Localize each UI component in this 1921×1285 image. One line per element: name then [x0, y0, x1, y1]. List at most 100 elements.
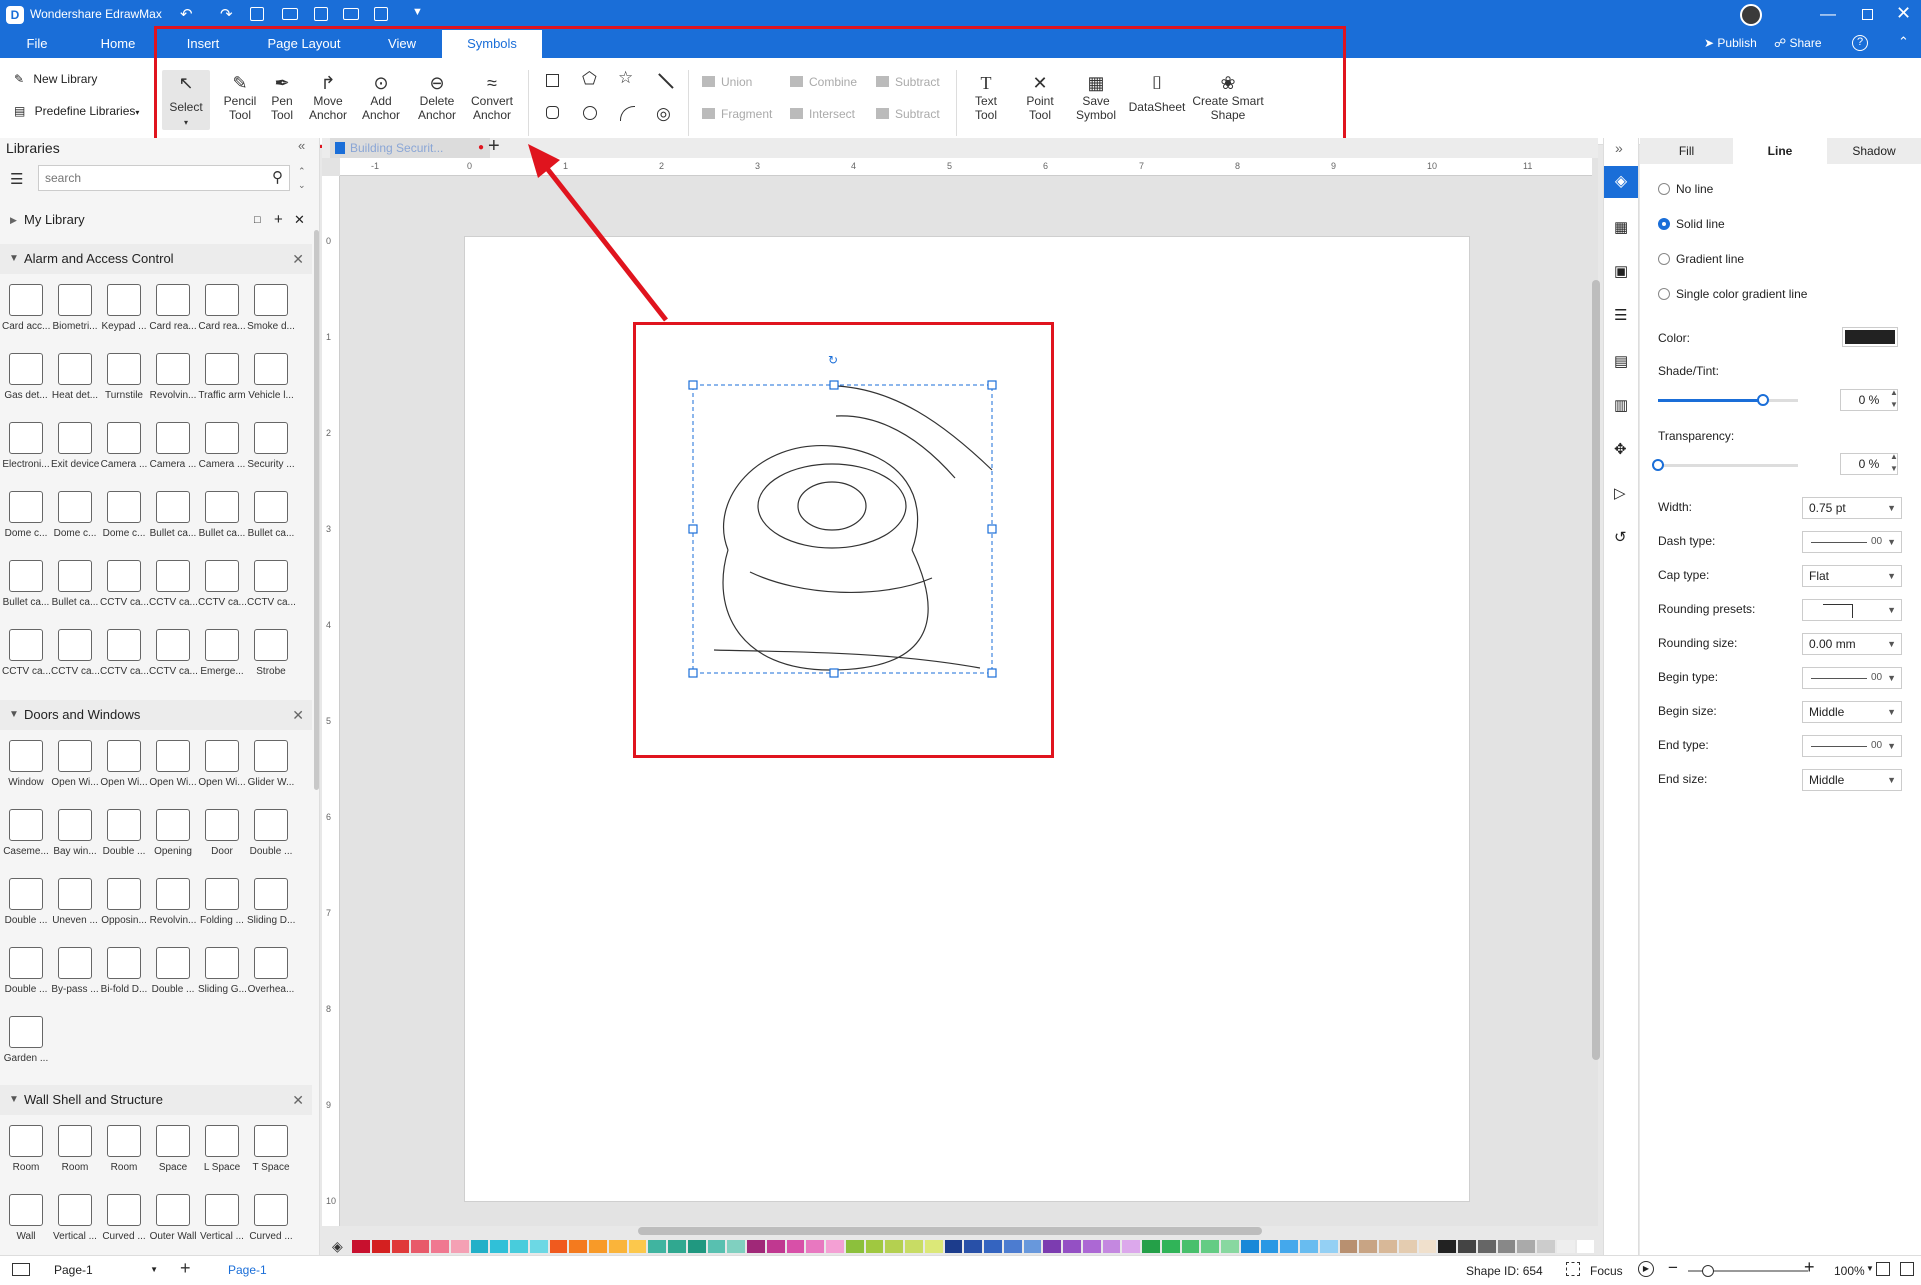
collapse-ribbon-icon[interactable]: ⌃: [1898, 34, 1909, 50]
palette-color-swatch[interactable]: [984, 1240, 1002, 1253]
color-swatch[interactable]: [1842, 327, 1898, 347]
palette-color-swatch[interactable]: [1537, 1240, 1555, 1253]
shapes-panel-icon[interactable]: ▦: [1614, 218, 1628, 236]
palette-color-swatch[interactable]: [450, 1240, 469, 1253]
palette-color-swatch[interactable]: [1023, 1240, 1042, 1253]
palette-color-swatch[interactable]: [549, 1240, 568, 1253]
library-symbol[interactable]: Turnstile: [100, 353, 148, 401]
canvas-horizontal-scrollbar[interactable]: [638, 1227, 1262, 1235]
shade-slider-knob[interactable]: [1757, 394, 1769, 406]
library-symbol[interactable]: Security ...: [247, 422, 295, 470]
palette-color-swatch[interactable]: [1280, 1240, 1299, 1253]
library-symbol[interactable]: Card rea...: [149, 284, 197, 332]
left-panel-scrollbar[interactable]: [314, 230, 319, 790]
library-symbol[interactable]: Garden ...: [2, 1016, 50, 1064]
focus-label[interactable]: Focus: [1590, 1264, 1623, 1278]
library-symbol[interactable]: Overhea...: [247, 947, 295, 995]
palette-color-swatch[interactable]: [845, 1240, 864, 1253]
palette-color-swatch[interactable]: [885, 1240, 904, 1253]
palette-color-swatch[interactable]: [865, 1240, 884, 1253]
palette-color-swatch[interactable]: [1003, 1240, 1022, 1253]
library-symbol[interactable]: Opening: [149, 809, 197, 857]
add-page-icon[interactable]: +: [180, 1258, 191, 1279]
palette-color-swatch[interactable]: [1398, 1240, 1417, 1253]
palette-color-swatch[interactable]: [569, 1240, 588, 1253]
library-symbol[interactable]: CCTV ca...: [100, 560, 148, 608]
layers-icon[interactable]: ☰: [1614, 306, 1627, 324]
tab-shadow[interactable]: Shadow: [1827, 138, 1921, 164]
line-property-control[interactable]: 00 ▼: [1802, 667, 1902, 689]
library-symbol[interactable]: Traffic arm: [198, 353, 246, 401]
palette-color-swatch[interactable]: [707, 1240, 726, 1253]
close-section-icon[interactable]: ✕: [292, 1085, 304, 1115]
palette-color-swatch[interactable]: [1477, 1240, 1496, 1253]
library-symbol[interactable]: Double ...: [2, 947, 50, 995]
library-symbol[interactable]: Curved ...: [100, 1194, 148, 1242]
history-icon[interactable]: ↺: [1614, 528, 1627, 546]
tab-fill[interactable]: Fill: [1640, 138, 1733, 164]
search-icon[interactable]: ⚲: [272, 168, 283, 186]
palette-color-swatch[interactable]: [352, 1240, 370, 1253]
palette-color-swatch[interactable]: [490, 1240, 509, 1253]
library-section-header[interactable]: ▼ Doors and Windows ✕: [0, 700, 312, 730]
print-icon[interactable]: [343, 8, 359, 20]
library-symbol[interactable]: L Space: [198, 1125, 246, 1173]
palette-color-swatch[interactable]: [905, 1240, 923, 1253]
palette-color-swatch[interactable]: [1221, 1240, 1239, 1253]
no-line-option[interactable]: No line: [1658, 182, 1713, 196]
undo-icon[interactable]: ↶: [180, 5, 193, 23]
palette-color-swatch[interactable]: [1161, 1240, 1180, 1253]
line-property-control[interactable]: Middle ▼: [1802, 769, 1902, 791]
line-property-control[interactable]: 0.00 mm ▼: [1802, 633, 1902, 655]
palette-color-swatch[interactable]: [727, 1240, 746, 1253]
library-symbol[interactable]: Door: [198, 809, 246, 857]
palette-color-swatch[interactable]: [1458, 1240, 1476, 1253]
library-symbol[interactable]: Bullet ca...: [247, 491, 295, 539]
palette-color-swatch[interactable]: [1260, 1240, 1279, 1253]
library-symbol[interactable]: Card rea...: [198, 284, 246, 332]
palette-color-swatch[interactable]: [391, 1240, 410, 1253]
predefine-libraries-button[interactable]: ▤ Predefine Libraries▾: [14, 104, 139, 118]
single-color-gradient-option[interactable]: Single color gradient line: [1658, 287, 1807, 301]
library-symbol[interactable]: Camera ...: [100, 422, 148, 470]
solid-line-option[interactable]: Solid line: [1658, 217, 1725, 231]
library-symbol[interactable]: Open Wi...: [51, 740, 99, 788]
palette-color-swatch[interactable]: [964, 1240, 983, 1253]
zoom-level[interactable]: 100%: [1834, 1264, 1865, 1278]
palette-color-swatch[interactable]: [1576, 1240, 1595, 1253]
palette-color-swatch[interactable]: [747, 1240, 765, 1253]
palette-color-swatch[interactable]: [786, 1240, 805, 1253]
palette-color-swatch[interactable]: [1122, 1240, 1141, 1253]
my-library-row[interactable]: ▶ My Library □ + ✕: [0, 206, 312, 234]
search-box[interactable]: ⚲: [38, 165, 290, 191]
palette-color-swatch[interactable]: [1102, 1240, 1121, 1253]
library-section-header[interactable]: ▼ Wall Shell and Structure ✕: [0, 1085, 312, 1115]
fullscreen-icon[interactable]: [1900, 1262, 1914, 1276]
collapse-panel-icon[interactable]: «: [298, 138, 305, 153]
library-symbol[interactable]: Bay win...: [51, 809, 99, 857]
library-symbol[interactable]: CCTV ca...: [198, 560, 246, 608]
zoom-in-icon[interactable]: +: [1804, 1257, 1815, 1278]
redo-icon[interactable]: ↷: [220, 5, 233, 23]
transparency-stepper-icon[interactable]: ▲ ▼: [1890, 451, 1898, 475]
library-symbol[interactable]: Open Wi...: [198, 740, 246, 788]
page-layout-icon[interactable]: [12, 1263, 30, 1276]
tab-line[interactable]: Line: [1733, 138, 1827, 164]
solid-line-radio[interactable]: [1658, 218, 1670, 230]
palette-color-swatch[interactable]: [1181, 1240, 1200, 1253]
palette-color-swatch[interactable]: [806, 1240, 825, 1253]
single-color-gradient-radio[interactable]: [1658, 288, 1670, 300]
library-symbol[interactable]: CCTV ca...: [247, 560, 295, 608]
library-symbol[interactable]: Bi-fold D...: [100, 947, 148, 995]
library-section-header[interactable]: ▼ Alarm and Access Control ✕: [0, 244, 312, 274]
palette-color-swatch[interactable]: [1339, 1240, 1358, 1253]
library-symbol[interactable]: Uneven ...: [51, 878, 99, 926]
gradient-line-option[interactable]: Gradient line: [1658, 252, 1744, 266]
library-symbol[interactable]: Camera ...: [149, 422, 197, 470]
library-symbol[interactable]: Bullet ca...: [198, 491, 246, 539]
palette-color-swatch[interactable]: [1082, 1240, 1101, 1253]
library-symbol[interactable]: Biometri...: [51, 284, 99, 332]
palette-color-swatch[interactable]: [529, 1240, 548, 1253]
line-property-control[interactable]: Middle ▼: [1802, 701, 1902, 723]
library-symbol[interactable]: CCTV ca...: [2, 629, 50, 677]
